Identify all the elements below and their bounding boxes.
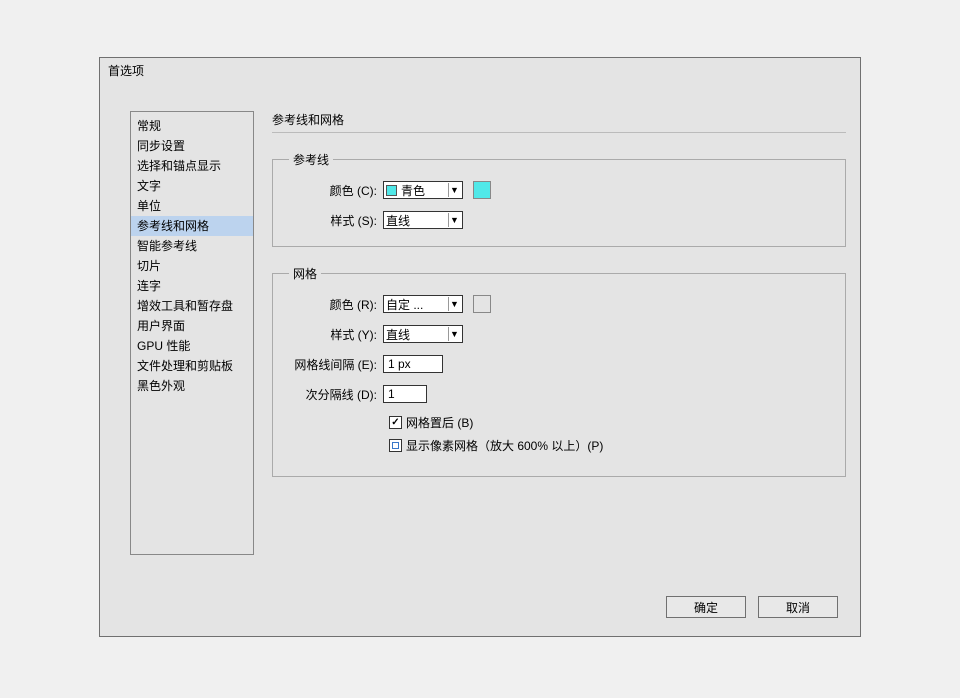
sidebar-item-file-clipboard[interactable]: 文件处理和剪贴板 [131, 356, 253, 376]
grid-color-label: 颜色 (R): [289, 296, 383, 313]
pixel-grid-label: 显示像素网格（放大 600% 以上）(P) [406, 437, 603, 454]
grid-group: 网格 颜色 (R): 自定 ... ▼ 样式 (Y): 直线 ▼ [272, 265, 846, 477]
pixel-grid-checkbox[interactable] [389, 439, 402, 452]
sidebar-item-plugins-scratch[interactable]: 增效工具和暂存盘 [131, 296, 253, 316]
checkmark-icon: ✓ [391, 418, 399, 428]
guides-group: 参考线 颜色 (C): 青色 ▼ 样式 (S): 直线 ▼ [272, 151, 846, 247]
grid-style-value: 直线 [386, 326, 448, 343]
dropdown-arrow-icon: ▼ [448, 327, 460, 341]
dialog-footer: 确定 取消 [666, 596, 838, 618]
grid-style-label: 样式 (Y): [289, 326, 383, 343]
dropdown-arrow-icon: ▼ [448, 183, 460, 197]
sidebar-item-slices[interactable]: 切片 [131, 256, 253, 276]
grid-legend: 网格 [289, 265, 321, 282]
grid-style-select[interactable]: 直线 ▼ [383, 325, 463, 343]
section-title: 参考线和网格 [272, 111, 846, 133]
cancel-button[interactable]: 取消 [758, 596, 838, 618]
preferences-content: 参考线和网格 参考线 颜色 (C): 青色 ▼ 样式 (S): 直线 [254, 111, 846, 583]
guides-color-select[interactable]: 青色 ▼ [383, 181, 463, 199]
dialog-title: 首选项 [100, 58, 860, 83]
dropdown-arrow-icon: ▼ [448, 213, 460, 227]
guides-style-select[interactable]: 直线 ▼ [383, 211, 463, 229]
sidebar-item-gpu[interactable]: GPU 性能 [131, 336, 253, 356]
grid-back-checkbox[interactable]: ✓ [389, 416, 402, 429]
sidebar-item-black-appearance[interactable]: 黑色外观 [131, 376, 253, 396]
guides-style-label: 样式 (S): [289, 212, 383, 229]
grid-subdiv-input[interactable] [383, 385, 427, 403]
guides-style-value: 直线 [386, 212, 448, 229]
grid-spacing-label: 网格线间隔 (E): [289, 356, 383, 373]
dialog-body: 常规 同步设置 选择和锚点显示 文字 单位 参考线和网格 智能参考线 切片 连字… [100, 83, 860, 583]
grid-color-value: 自定 ... [386, 296, 448, 313]
grid-color-swatch[interactable] [473, 295, 491, 313]
grid-spacing-input[interactable] [383, 355, 443, 373]
sidebar-item-smart-guides[interactable]: 智能参考线 [131, 236, 253, 256]
guides-color-swatch-inline [386, 185, 397, 196]
guides-color-swatch[interactable] [473, 181, 491, 199]
empty-checkbox-icon [392, 442, 399, 449]
preferences-dialog: 首选项 常规 同步设置 选择和锚点显示 文字 单位 参考线和网格 智能参考线 切… [99, 57, 861, 637]
sidebar-item-general[interactable]: 常规 [131, 116, 253, 136]
grid-back-label: 网格置后 (B) [406, 414, 473, 431]
preferences-sidebar: 常规 同步设置 选择和锚点显示 文字 单位 参考线和网格 智能参考线 切片 连字… [130, 111, 254, 555]
sidebar-item-type[interactable]: 文字 [131, 176, 253, 196]
guides-color-label: 颜色 (C): [289, 182, 383, 199]
sidebar-item-sync[interactable]: 同步设置 [131, 136, 253, 156]
ok-button[interactable]: 确定 [666, 596, 746, 618]
sidebar-item-guides-grid[interactable]: 参考线和网格 [131, 216, 253, 236]
grid-subdiv-label: 次分隔线 (D): [289, 386, 383, 403]
sidebar-item-units[interactable]: 单位 [131, 196, 253, 216]
grid-color-select[interactable]: 自定 ... ▼ [383, 295, 463, 313]
dropdown-arrow-icon: ▼ [448, 297, 460, 311]
sidebar-item-hyphenation[interactable]: 连字 [131, 276, 253, 296]
sidebar-item-selection-anchor[interactable]: 选择和锚点显示 [131, 156, 253, 176]
guides-legend: 参考线 [289, 151, 333, 168]
sidebar-item-ui[interactable]: 用户界面 [131, 316, 253, 336]
guides-color-value: 青色 [401, 182, 448, 199]
